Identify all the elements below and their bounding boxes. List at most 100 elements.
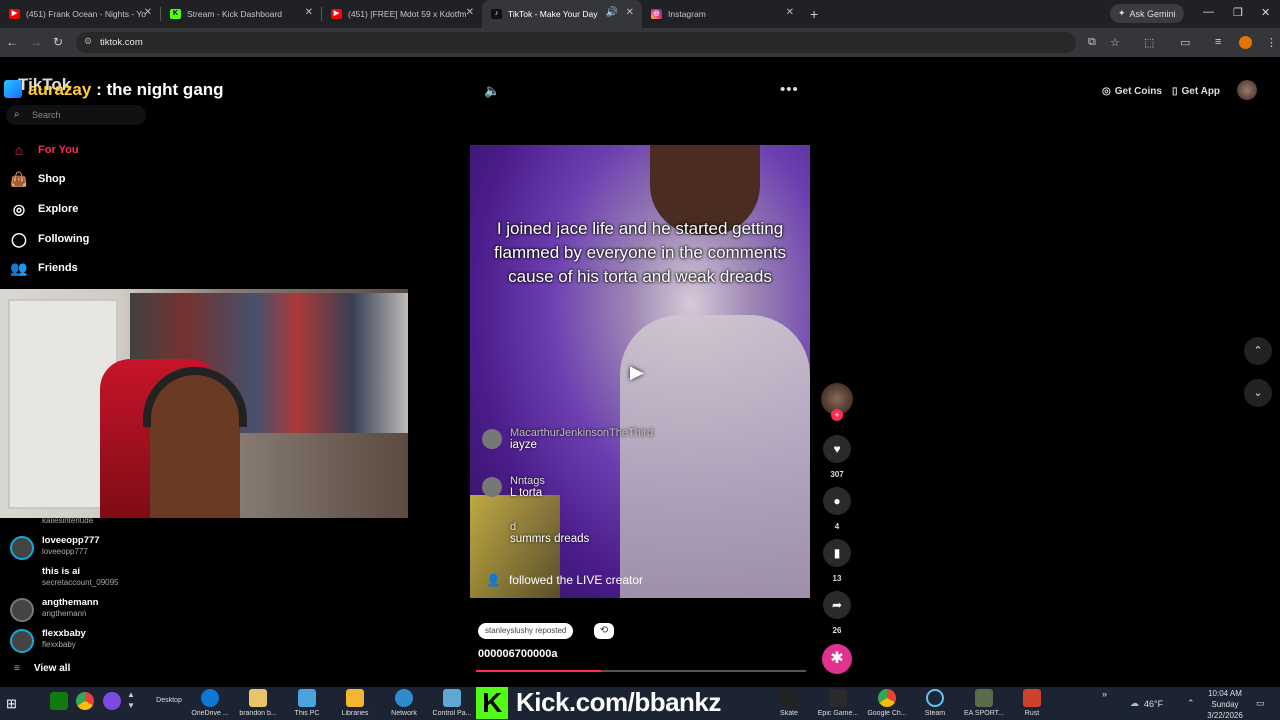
media-controls-icon[interactable]: ≡ xyxy=(1215,36,1221,48)
ask-gemini-button[interactable]: ✦ Ask Gemini xyxy=(1110,4,1184,23)
account-username: angthemann xyxy=(42,609,87,618)
tab-youtube-mdot[interactable]: ▶ (451) [FREE] Mdot 59 x Kdotfm ✕ xyxy=(322,0,482,28)
taskbar-steam[interactable]: Steam xyxy=(912,689,958,717)
chrome-icon[interactable] xyxy=(76,692,94,710)
close-icon[interactable]: ✕ xyxy=(305,7,313,18)
taskbar-user-folder[interactable]: brandon b... xyxy=(235,689,281,717)
taskbar-this-pc[interactable]: This PC xyxy=(284,689,330,717)
menu-icon[interactable]: ⋮ xyxy=(1266,36,1277,49)
list-item[interactable]: loveeopp777 loveeopp777 xyxy=(10,533,160,563)
taskbar-epic-games[interactable]: Epic Game... xyxy=(815,689,861,717)
live-comment: MacarthurJenkinsonTheThird iayze xyxy=(482,427,653,451)
notification-icon[interactable]: ▭ xyxy=(1256,687,1265,720)
comment-button[interactable]: ● xyxy=(823,487,851,515)
weather-widget[interactable]: ☁ 46°F xyxy=(1130,687,1163,720)
list-item[interactable]: flexxbaby flexxbaby xyxy=(10,626,160,656)
more-options-icon[interactable]: ••• xyxy=(780,81,799,98)
close-icon[interactable]: ✕ xyxy=(466,7,474,18)
discord-icon[interactable] xyxy=(103,692,121,710)
view-all-button[interactable]: ≡ View all xyxy=(14,663,70,674)
chrome-icon xyxy=(878,689,896,707)
window-close-icon[interactable]: ✕ xyxy=(1261,6,1270,19)
get-app-button[interactable]: ▯ Get App xyxy=(1172,81,1220,101)
show-more-icon[interactable]: » xyxy=(1102,689,1107,699)
address-bar[interactable]: ⚙ tiktok.com xyxy=(76,32,1076,53)
repost-badge[interactable]: stanleyslushy reposted xyxy=(478,623,574,639)
tab-tiktok[interactable]: ♪ TikTok - Make Your Day 🔊 ✕ xyxy=(482,0,642,28)
volume-icon[interactable]: 🔈 xyxy=(484,83,500,99)
video-player[interactable]: I joined jace life and he started gettin… xyxy=(470,145,810,598)
overlay-logo-icon xyxy=(4,80,22,98)
taskbar-skate[interactable]: Skate xyxy=(767,689,811,717)
heart-icon: ♥ xyxy=(833,442,841,456)
nav-following[interactable]: ◯ Following xyxy=(10,229,89,249)
list-item[interactable]: kaliesinterlude xyxy=(10,513,160,527)
close-icon[interactable]: ✕ xyxy=(626,7,634,18)
share-button[interactable]: ➦ xyxy=(823,591,851,619)
xbox-icon[interactable] xyxy=(50,692,68,710)
bookmark-star-icon[interactable]: ☆ xyxy=(1110,36,1120,49)
nav-for-you[interactable]: ⌂ For You xyxy=(10,140,79,160)
restore-icon[interactable]: ❐ xyxy=(1233,6,1243,19)
tray-chevron-up-icon[interactable]: ⌃ xyxy=(1187,687,1195,720)
nav-shop[interactable]: 👜 Shop xyxy=(10,169,65,189)
repost-icon[interactable]: ⟲ xyxy=(594,623,614,639)
taskbar-label: Google Ch... xyxy=(867,710,907,717)
back-icon[interactable]: ← xyxy=(6,35,18,49)
share-count: 26 xyxy=(832,626,842,635)
avatar xyxy=(10,629,34,653)
taskbar-rust[interactable]: Rust xyxy=(1009,689,1055,717)
tab-youtube-frank-ocean[interactable]: ▶ (451) Frank Ocean - Nights - Yo ✕ xyxy=(0,0,160,28)
scroll-arrows-icon[interactable]: ▲ ▼ xyxy=(127,689,135,711)
site-info-icon[interactable]: ⚙ xyxy=(84,36,92,47)
video-progress-bar[interactable] xyxy=(476,670,806,672)
youtube-icon: ▶ xyxy=(9,9,20,19)
windows-start-icon[interactable]: ⊞ xyxy=(6,696,17,712)
browser-tab-strip: ▶ (451) Frank Ocean - Nights - Yo ✕ K St… xyxy=(0,0,1280,28)
install-icon[interactable]: ⧉ xyxy=(1088,36,1096,49)
like-button[interactable]: ♥ xyxy=(823,435,851,463)
speaker-icon[interactable]: 🔊 xyxy=(606,7,618,18)
taskbar-libraries[interactable]: Libraries xyxy=(332,689,378,717)
next-video-chevron-down-icon[interactable]: ⌄ xyxy=(1244,379,1272,407)
nav-friends[interactable]: 👥 Friends xyxy=(10,258,77,278)
save-count: 13 xyxy=(832,574,842,583)
system-clock[interactable]: 10:04 AM Sunday 3/22/2026 xyxy=(1200,688,1250,720)
music-disc-icon[interactable]: ✱ xyxy=(822,644,852,674)
side-panel-icon[interactable]: ▭ xyxy=(1180,36,1190,49)
new-tab-icon[interactable]: + xyxy=(810,6,818,22)
nav-explore[interactable]: ◎ Explore xyxy=(10,199,78,219)
user-avatar[interactable] xyxy=(1237,80,1257,100)
temperature: 46°F xyxy=(1144,698,1164,709)
tab-kick-dashboard[interactable]: K Stream - Kick Dashboard ✕ xyxy=(161,0,321,28)
taskbar-ea-sports[interactable]: EA SPORT... xyxy=(961,689,1007,717)
search-input[interactable]: ⌕ Search xyxy=(6,105,146,125)
taskbar-label: Rust xyxy=(1024,710,1040,717)
close-icon[interactable]: ✕ xyxy=(786,7,794,18)
taskbar-desktop[interactable]: Desktop xyxy=(146,697,192,704)
tab-instagram[interactable]: ◎ Instagram ✕ xyxy=(642,0,802,28)
extensions-icon[interactable]: ⬚ xyxy=(1144,36,1154,49)
play-icon[interactable]: ▶ xyxy=(630,362,644,383)
close-icon[interactable]: ✕ xyxy=(144,7,152,18)
taskbar-label: Epic Game... xyxy=(817,710,859,717)
reload-icon[interactable]: ↻ xyxy=(53,35,63,49)
save-button[interactable]: ▮ xyxy=(823,539,851,567)
taskbar-control-panel[interactable]: Control Pa... xyxy=(429,689,475,717)
friends-icon: 👥 xyxy=(10,259,28,276)
get-coins-button[interactable]: ◎ Get Coins xyxy=(1102,81,1162,101)
follow-plus-icon[interactable]: + xyxy=(831,409,843,421)
taskbar-label: Steam xyxy=(924,710,946,717)
cloud-weather-icon: ☁ xyxy=(1130,698,1139,708)
taskbar-google-chrome[interactable]: Google Ch... xyxy=(864,689,910,717)
epic-games-icon xyxy=(829,689,847,707)
list-item[interactable]: this is ai secretaccount_09095 xyxy=(10,564,160,594)
forward-icon[interactable]: → xyxy=(30,35,42,49)
taskbar-network[interactable]: Network xyxy=(381,689,427,717)
previous-video-chevron-up-icon[interactable]: ⌃ xyxy=(1244,337,1272,365)
taskbar-onedrive[interactable]: OneDrive ... xyxy=(187,689,233,717)
profile-avatar[interactable] xyxy=(1239,36,1252,49)
steam-icon xyxy=(926,689,944,707)
minimize-icon[interactable]: — xyxy=(1203,6,1214,18)
list-item[interactable]: angthemann angthemann xyxy=(10,595,160,625)
